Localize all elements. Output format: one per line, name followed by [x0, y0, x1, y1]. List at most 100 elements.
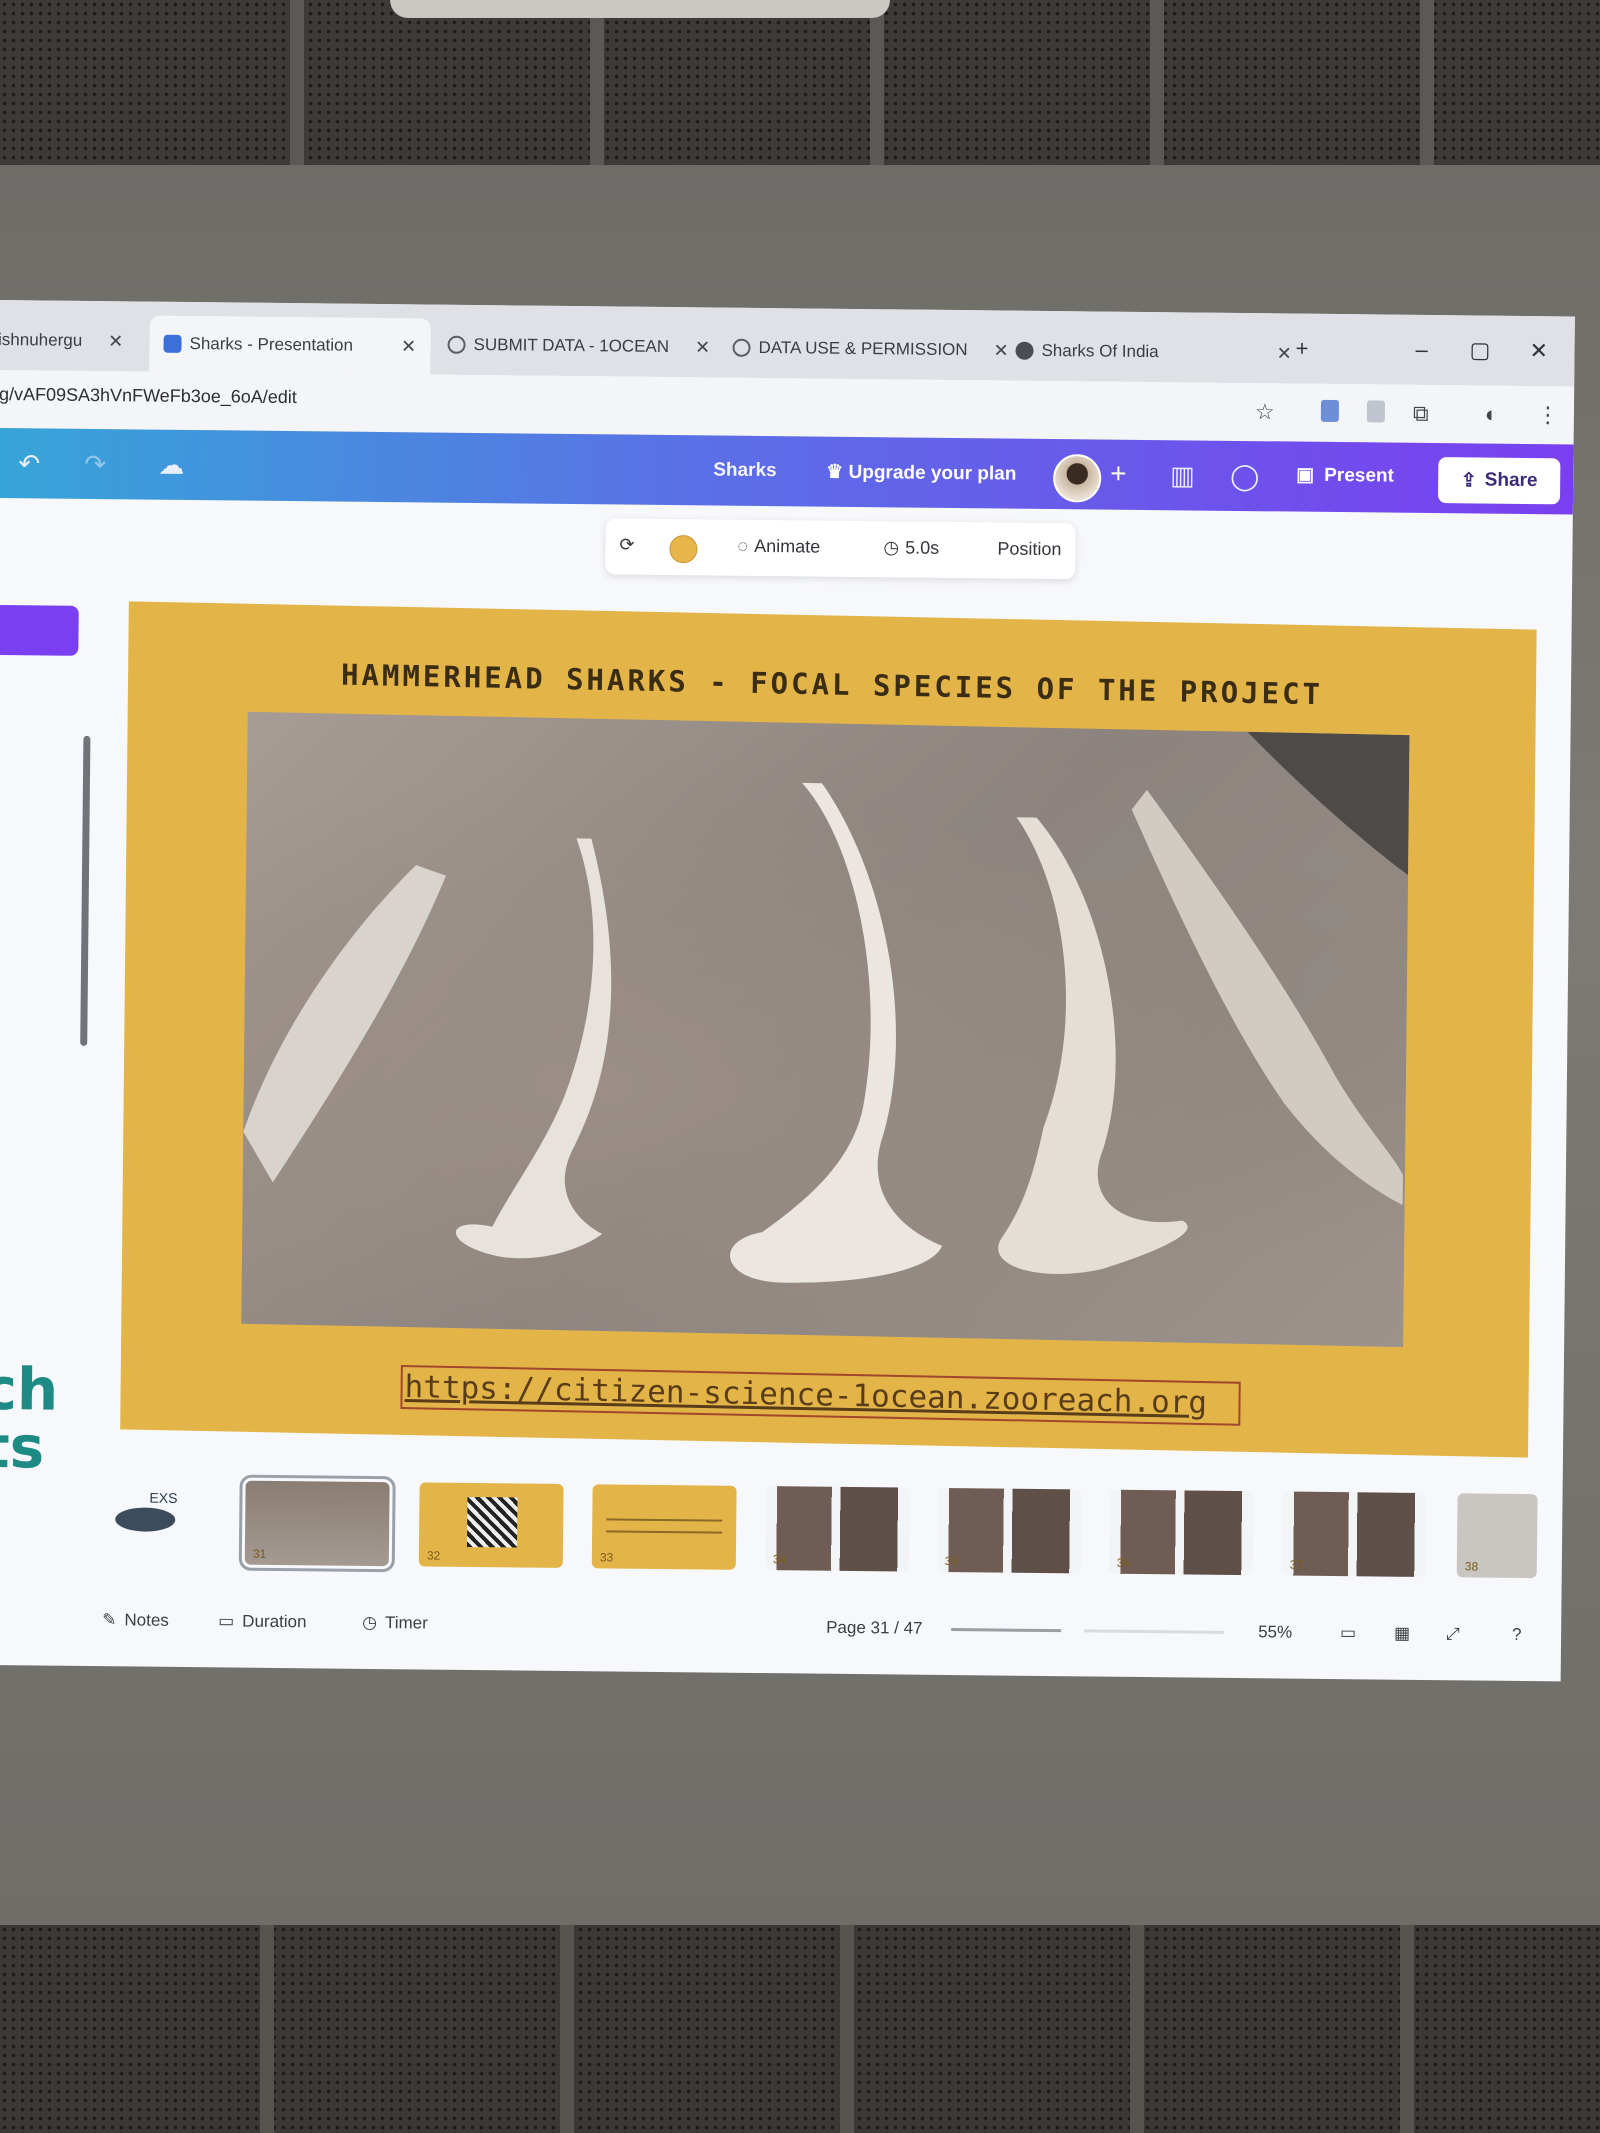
- page-progress-track[interactable]: [951, 1628, 1062, 1633]
- pages-view-icon[interactable]: ▭: [1340, 1623, 1356, 1643]
- shark-body: [455, 838, 612, 1259]
- position-button[interactable]: Position: [997, 538, 1061, 560]
- bottom-bar: ✎ Notes ▭ Duration ◷ Timer Page 31 / 47 …: [0, 1595, 1561, 1661]
- wall-panel-gap: [260, 1925, 274, 2133]
- timer-button[interactable]: ◷ Timer: [362, 1613, 428, 1634]
- undo-icon[interactable]: ↶: [18, 448, 40, 479]
- upgrade-label: Upgrade your plan: [848, 461, 1017, 485]
- present-label: Present: [1324, 464, 1395, 487]
- redo-icon[interactable]: ↷: [84, 449, 106, 480]
- notes-icon: ✎: [102, 1610, 117, 1630]
- slide-title[interactable]: HAMMERHEAD SHARKS - FOCAL SPECIES OF THE…: [128, 653, 1536, 715]
- present-icon: ▣: [1296, 464, 1315, 486]
- new-tab-button[interactable]: +: [1295, 336, 1308, 362]
- duration-label: Duration: [242, 1611, 307, 1632]
- notes-label: Notes: [124, 1610, 169, 1630]
- tab-vishnu[interactable]: vishnuhergu ✕: [0, 318, 124, 363]
- wall-panel-gap: [1400, 1925, 1414, 2133]
- projector: [390, 0, 890, 18]
- upgrade-plan-button[interactable]: ♛ Upgrade your plan: [826, 461, 1016, 486]
- thumbnail-number: 31: [252, 1546, 267, 1561]
- wall-panel-gap: [560, 1925, 574, 2133]
- tab-sharks-presentation[interactable]: Sharks - Presentation ✕: [149, 315, 431, 375]
- cloud-save-icon[interactable]: ☁: [158, 450, 184, 481]
- close-icon[interactable]: ✕: [108, 331, 123, 352]
- zoom-level[interactable]: 55%: [1258, 1622, 1292, 1642]
- position-label: Position: [997, 538, 1062, 560]
- url-field[interactable]: g/vAF09SA3hVnFWeFb3oe_6oA/edit: [0, 384, 297, 408]
- tab-data-use[interactable]: DATA USE & PERMISSION ✕: [732, 326, 1009, 373]
- fullscreen-icon[interactable]: ⤢: [1446, 1624, 1460, 1644]
- tab-sharks-of-india[interactable]: Sharks Of India ✕: [1015, 329, 1292, 376]
- canva-icon: [163, 334, 182, 353]
- thumbnail-37[interactable]: 37: [1281, 1491, 1427, 1577]
- thumbnail-36[interactable]: 36: [1108, 1489, 1254, 1576]
- tab-label: Sharks - Presentation: [189, 333, 354, 355]
- text-lines-icon: [606, 1518, 723, 1534]
- replace-icon[interactable]: ⟳: [619, 535, 634, 556]
- present-button[interactable]: ▣ Present: [1296, 464, 1394, 488]
- wall-bottom: [0, 1925, 1600, 2133]
- duration-button[interactable]: ▭ Duration: [218, 1611, 307, 1632]
- more-menu-icon[interactable]: ⋮: [1537, 402, 1559, 428]
- wall-top: [0, 0, 1600, 175]
- document-title[interactable]: Sharks: [713, 459, 777, 482]
- color-swatch[interactable]: [669, 535, 698, 564]
- side-panel-button[interactable]: [0, 604, 79, 656]
- animate-label: Animate: [754, 535, 821, 557]
- notes-button[interactable]: ✎ Notes: [102, 1610, 169, 1631]
- comment-icon[interactable]: ◯: [1230, 461, 1259, 492]
- help-icon[interactable]: ?: [1512, 1625, 1522, 1645]
- hammerhead-sharks-photo[interactable]: [241, 711, 1410, 1348]
- side-panel-scrollbar[interactable]: [80, 735, 91, 1046]
- slide-link[interactable]: https://citizen-science-1ocean.zooreach.…: [400, 1364, 1241, 1426]
- timer-label: Timer: [384, 1613, 428, 1633]
- slide-canvas[interactable]: HAMMERHEAD SHARKS - FOCAL SPECIES OF THE…: [120, 601, 1537, 1458]
- sharks-illustration: [243, 731, 1410, 1283]
- zoom-slider[interactable]: [1084, 1629, 1225, 1634]
- wall-panel-gap: [1130, 1925, 1144, 2133]
- fish-shadow: [1247, 731, 1410, 876]
- thumbnail-number: 34: [772, 1552, 787, 1567]
- restore-icon[interactable]: ▢: [1469, 337, 1490, 363]
- tab-label: vishnuhergu: [0, 329, 83, 350]
- duration-value: 5.0s: [905, 537, 940, 558]
- animate-button[interactable]: ◌ Animate: [737, 536, 820, 558]
- thumbnail-35[interactable]: 35: [936, 1487, 1082, 1574]
- duration-button[interactable]: ◷ 5.0s: [883, 537, 939, 559]
- slide-thumbnails: EXS 31 32 33 34 35 36 37 38: [0, 1474, 1563, 1584]
- qr-code-icon: [466, 1496, 518, 1548]
- tab-submit-data[interactable]: SUBMIT DATA - 1OCEAN ✕: [447, 323, 710, 370]
- thumbnail-34[interactable]: 34: [764, 1486, 910, 1572]
- close-icon[interactable]: ✕: [1277, 343, 1292, 364]
- window-close-icon[interactable]: ✕: [1529, 338, 1548, 364]
- clock-icon: ◷: [883, 537, 900, 558]
- wall-panel-gap: [590, 0, 604, 175]
- avatar[interactable]: [1052, 454, 1102, 503]
- insights-chart-icon[interactable]: ▥: [1170, 460, 1195, 491]
- wall-panel-gap: [290, 0, 304, 175]
- duration-icon: ▭: [218, 1611, 235, 1631]
- minimize-icon[interactable]: –: [1415, 337, 1428, 363]
- close-icon[interactable]: ✕: [994, 340, 1009, 361]
- profile-icon[interactable]: ◐: [1485, 402, 1499, 428]
- thumbnail-32[interactable]: 32: [418, 1482, 564, 1568]
- globe-icon: [732, 338, 751, 357]
- thumbnail-prev[interactable]: [115, 1507, 176, 1532]
- share-button[interactable]: ⇪ Share: [1437, 457, 1561, 505]
- close-icon[interactable]: ✕: [695, 337, 710, 358]
- extensions-puzzle-icon[interactable]: ⧉: [1413, 401, 1429, 427]
- add-collaborator-icon[interactable]: +: [1110, 458, 1127, 490]
- close-icon[interactable]: ✕: [401, 336, 416, 357]
- thumbnail-31[interactable]: 31: [238, 1474, 396, 1573]
- thumbnail-33[interactable]: 33: [591, 1484, 737, 1570]
- grid-view-icon[interactable]: ▦: [1394, 1624, 1410, 1644]
- extension-icon[interactable]: [1366, 400, 1386, 423]
- element-toolbar: ⟳ ◌ Animate ◷ 5.0s Position: [605, 518, 1076, 580]
- thumbnail-38[interactable]: 38: [1456, 1493, 1538, 1579]
- extension-icon[interactable]: [1320, 399, 1340, 423]
- tab-label: SUBMIT DATA - 1OCEAN: [473, 334, 670, 357]
- wall-panel-gap: [840, 1925, 854, 2133]
- star-icon[interactable]: ☆: [1255, 399, 1275, 425]
- timer-icon: ◷: [362, 1612, 378, 1633]
